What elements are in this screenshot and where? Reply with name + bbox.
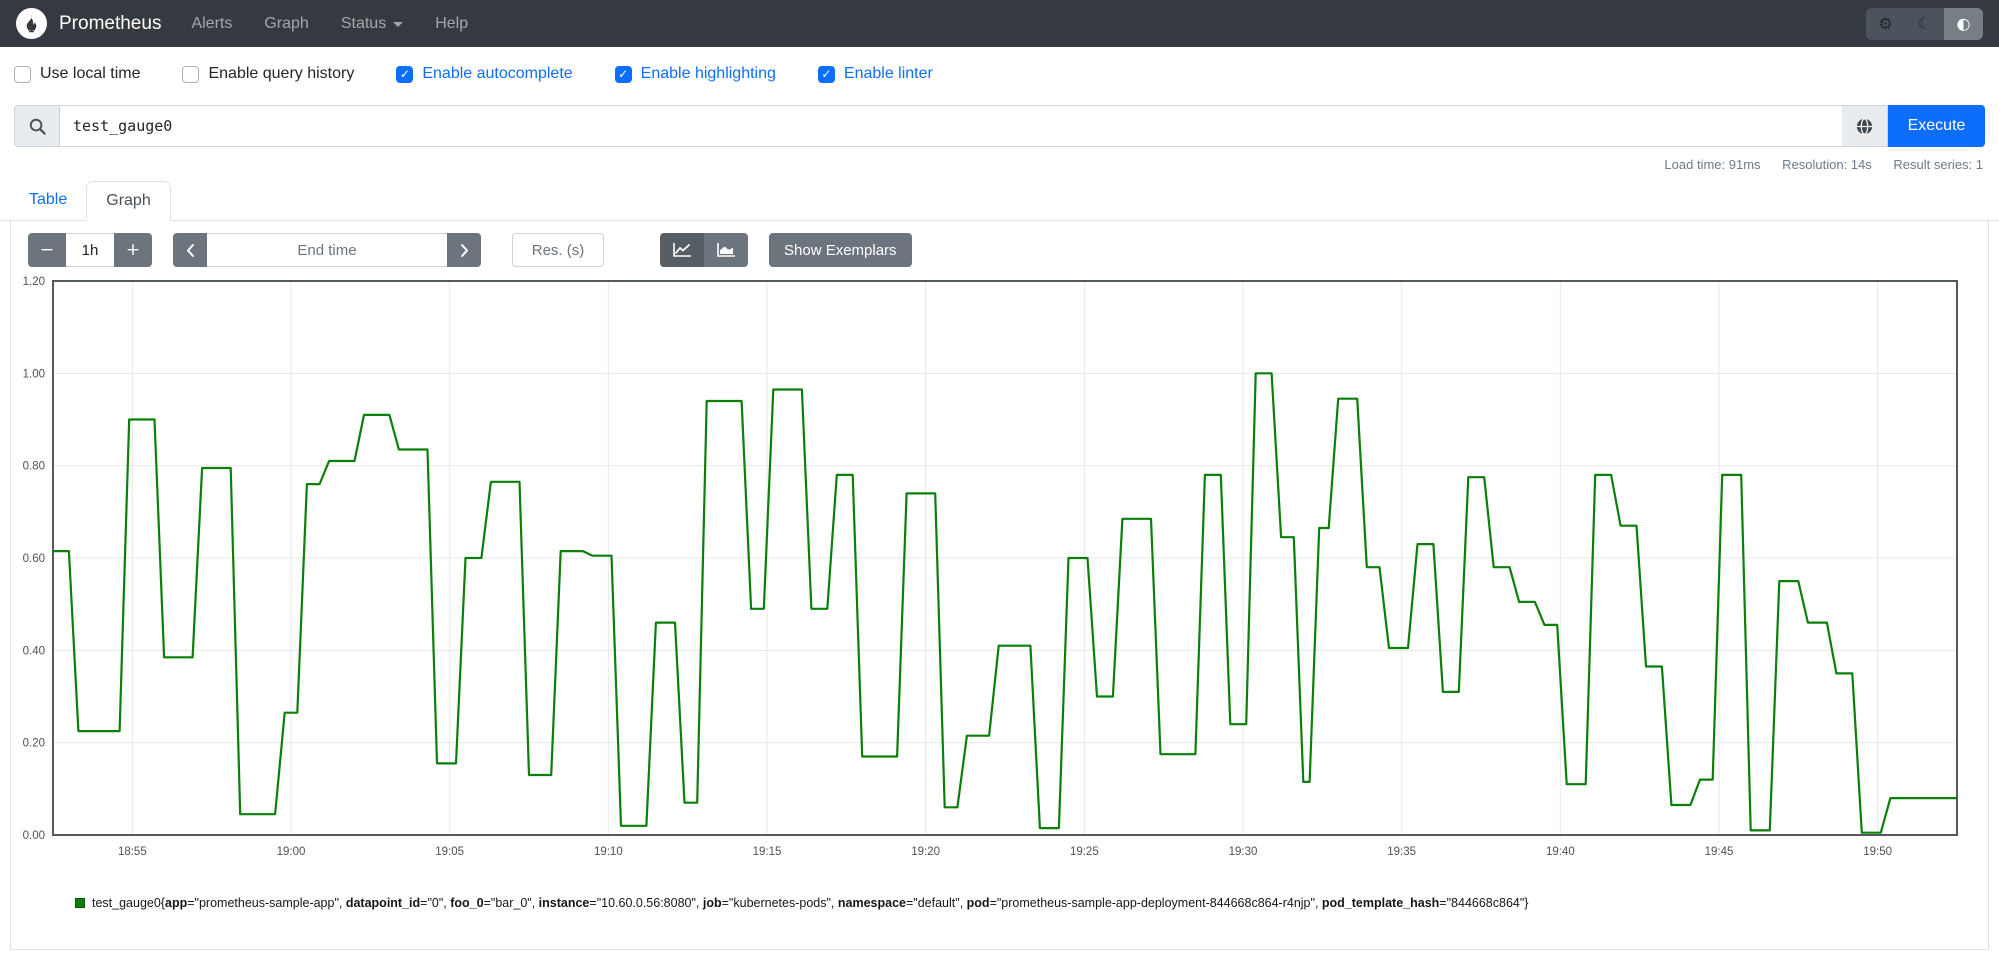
query-stats: Load time: 91ms Resolution: 14s Result s… <box>0 157 1983 172</box>
svg-text:0.60: 0.60 <box>23 553 45 565</box>
chevron-right-icon <box>460 243 468 257</box>
svg-text:19:45: 19:45 <box>1705 846 1734 858</box>
range-input-group: − + <box>28 233 152 267</box>
nav-item-graph[interactable]: Graph <box>264 15 308 33</box>
svg-text:0.80: 0.80 <box>23 461 45 473</box>
search-addon <box>14 105 60 147</box>
globe-icon <box>1856 117 1873 135</box>
range-input[interactable] <box>66 233 114 267</box>
checkbox-query-history[interactable]: ✓ <box>182 65 200 83</box>
resolution-stat: Resolution: 14s <box>1782 157 1872 172</box>
tab-graph[interactable]: Graph <box>86 181 171 221</box>
auto-contrast-icon: ◐ <box>1956 14 1971 33</box>
svg-text:18:55: 18:55 <box>118 846 147 858</box>
line-chart-toggle-button[interactable] <box>660 233 704 267</box>
option-linter[interactable]: ✓ Enable linter <box>817 65 933 83</box>
checkbox-highlighting[interactable]: ✓ <box>614 65 632 83</box>
end-time-group <box>173 233 481 267</box>
nav-item-alerts[interactable]: Alerts <box>191 15 232 33</box>
option-query-history[interactable]: ✓ Enable query history <box>182 65 354 83</box>
show-exemplars-button[interactable]: Show Exemplars <box>769 233 912 267</box>
svg-text:0.40: 0.40 <box>23 645 45 657</box>
svg-text:19:10: 19:10 <box>594 846 623 858</box>
moon-icon: ☾ <box>1917 14 1932 33</box>
option-label: Use local time <box>40 65 141 82</box>
graph-panel: − + <box>10 221 1989 950</box>
search-icon <box>29 118 46 135</box>
theme-switcher: ⚙ ☾ ◐ <box>1866 7 1983 40</box>
chevron-left-icon <box>186 243 194 257</box>
main-nav: Alerts Graph Status Help <box>191 15 468 33</box>
time-forward-button[interactable] <box>447 233 481 267</box>
tab-table[interactable]: Table <box>10 181 86 220</box>
stacked-chart-toggle-button[interactable] <box>704 233 748 267</box>
time-back-button[interactable] <box>173 233 207 267</box>
option-label: Enable query history <box>208 65 355 82</box>
execute-button[interactable]: Execute <box>1888 105 1985 147</box>
option-use-local-time[interactable]: ✓ Use local time <box>14 65 140 83</box>
svg-text:1.00: 1.00 <box>23 368 45 380</box>
svg-text:19:15: 19:15 <box>753 846 782 858</box>
time-series-chart[interactable]: 0.00 0.20 0.40 0.60 0.80 1.00 1.20 18:55 19:00 19… <box>17 275 1977 875</box>
legend-series-label[interactable]: test_gauge0{app="prometheus-sample-app",… <box>92 896 1528 910</box>
checkbox-autocomplete[interactable]: ✓ <box>396 65 414 83</box>
nav-item-status[interactable]: Status <box>341 15 404 33</box>
svg-text:19:25: 19:25 <box>1070 846 1099 858</box>
dark-theme-button[interactable]: ☾ <box>1905 8 1944 40</box>
stacked-chart-icon <box>717 243 735 257</box>
svg-text:1.20: 1.20 <box>23 276 45 288</box>
svg-text:0.20: 0.20 <box>23 738 45 750</box>
checkbox-use-local-time[interactable]: ✓ <box>14 65 31 83</box>
query-bar: Execute <box>14 105 1985 147</box>
svg-text:19:00: 19:00 <box>277 846 306 858</box>
svg-text:19:50: 19:50 <box>1863 846 1892 858</box>
metrics-explorer-button[interactable] <box>1842 105 1888 147</box>
chevron-down-icon <box>393 22 404 27</box>
panel-tabs: Table Graph <box>0 181 1999 221</box>
option-label: Enable highlighting <box>640 65 776 82</box>
svg-text:19:05: 19:05 <box>435 846 464 858</box>
prometheus-logo-icon <box>16 8 47 39</box>
option-highlighting[interactable]: ✓ Enable highlighting <box>614 65 776 83</box>
line-chart-icon <box>673 243 691 257</box>
svg-text:19:40: 19:40 <box>1546 846 1575 858</box>
auto-theme-button[interactable]: ◐ <box>1944 7 1983 40</box>
svg-text:19:35: 19:35 <box>1387 846 1416 858</box>
chart-area[interactable]: 0.00 0.20 0.40 0.60 0.80 1.00 1.20 18:55 19:00 19… <box>17 275 1988 880</box>
option-autocomplete[interactable]: ✓ Enable autocomplete <box>396 65 573 83</box>
checkbox-linter[interactable]: ✓ <box>817 65 835 83</box>
graph-controls: − + <box>11 221 1988 267</box>
query-expression-input[interactable] <box>60 105 1842 147</box>
chart-type-toggle <box>660 233 748 267</box>
app-title: Prometheus <box>59 12 162 34</box>
svg-text:19:30: 19:30 <box>1229 846 1258 858</box>
check-icon: ✓ <box>399 67 410 81</box>
legend: test_gauge0{app="prometheus-sample-app",… <box>75 896 1988 910</box>
svg-text:0.00: 0.00 <box>23 830 45 842</box>
navbar: Prometheus Alerts Graph Status Help ⚙ ☾ … <box>0 0 1999 47</box>
gear-icon: ⚙ <box>1878 14 1893 33</box>
range-decrease-button[interactable]: − <box>28 233 66 267</box>
resolution-input[interactable] <box>512 233 604 267</box>
query-options-row: ✓ Use local time ✓ Enable query history … <box>0 47 1999 97</box>
range-increase-button[interactable]: + <box>114 233 152 267</box>
end-time-input[interactable] <box>207 233 447 267</box>
svg-text:19:20: 19:20 <box>911 846 940 858</box>
series-swatch-icon <box>75 898 85 908</box>
option-label: Enable autocomplete <box>422 65 573 82</box>
settings-button[interactable]: ⚙ <box>1866 8 1905 40</box>
nav-item-help[interactable]: Help <box>435 15 468 33</box>
load-time-stat: Load time: 91ms <box>1664 157 1761 172</box>
result-series-stat: Result series: 1 <box>1893 157 1983 172</box>
check-icon: ✓ <box>618 67 629 81</box>
option-label: Enable linter <box>843 65 933 82</box>
check-icon: ✓ <box>821 67 832 81</box>
